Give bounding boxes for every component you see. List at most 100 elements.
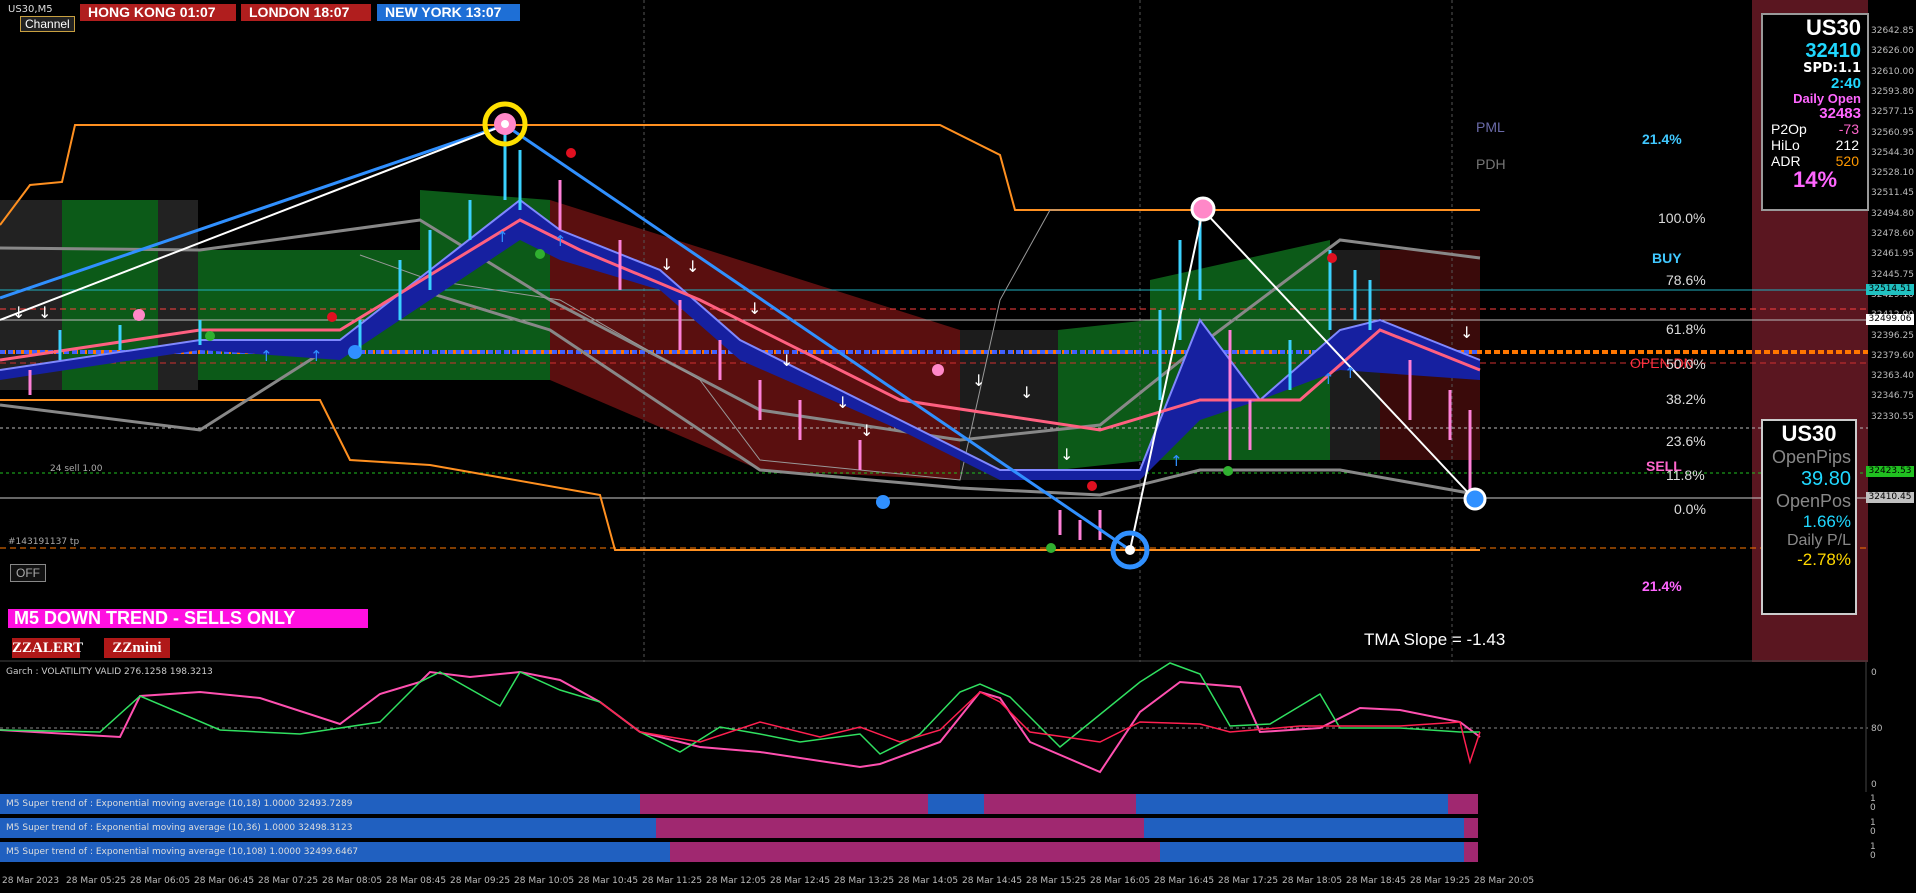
position-panel: US30 OpenPips 39.80 OpenPos 1.66% Daily … [1761, 419, 1857, 615]
price-axis-label: 32626.00 [1871, 46, 1914, 57]
chart-symbol: US30,M5 [8, 4, 53, 15]
info-row-value: 520 [1835, 153, 1859, 169]
price-axis-label: 32461.95 [1871, 249, 1914, 260]
open-pips-label: OpenPips [1771, 447, 1851, 467]
supertrend-segment [1464, 818, 1478, 838]
info-row: P2Op -73 [1763, 121, 1867, 137]
time-axis-label: 28 Mar 10:45 [578, 876, 639, 886]
garch-label: Garch : VOLATILITY VALID 276.1258 198.32… [6, 667, 213, 677]
supertrend-axis-bottom: 0 [1870, 827, 1876, 837]
svg-text:↓: ↓ [12, 303, 25, 322]
pdh-label: PDH [1476, 156, 1506, 172]
supertrend-axis-bottom: 0 [1870, 851, 1876, 861]
svg-text:↑: ↑ [1322, 370, 1335, 388]
daily-open-label: Daily Open [1793, 91, 1861, 106]
fib-level-label: 38.2% [1666, 391, 1706, 407]
price-axis-label: 32610.00 [1871, 66, 1914, 77]
time-axis-label: 28 Mar 08:45 [386, 876, 447, 886]
price-tag: 32423.53 [1866, 466, 1914, 477]
pct-top-label: 21.4% [1642, 131, 1682, 147]
svg-text:↑: ↑ [554, 232, 567, 250]
pct-bottom-label: 21.4% [1642, 578, 1682, 594]
open-pos-label: OpenPos [1775, 491, 1851, 511]
svg-text:↓: ↓ [38, 303, 51, 322]
pos-symbol: US30 [1781, 421, 1837, 446]
fib-level-label: 50.0% [1666, 356, 1706, 372]
garch-axis-label: 0 [1871, 668, 1877, 678]
info-row-value: -73 [1838, 121, 1859, 137]
time-axis-label: 28 Mar 20:05 [1474, 876, 1535, 886]
info-row-label: P2Op [1771, 121, 1807, 137]
fib-level-label: 23.6% [1666, 433, 1706, 449]
price-axis-label: 32528.10 [1871, 168, 1914, 179]
price-axis-label: 32494.80 [1871, 208, 1914, 219]
trade-label: 24 sell 1.00 [50, 464, 103, 474]
time-axis-label: 28 Mar 06:05 [130, 876, 191, 886]
svg-text:↓: ↓ [686, 257, 699, 276]
svg-text:↑: ↑ [310, 347, 323, 365]
supertrend-segment [984, 794, 1136, 814]
price-axis-label: 32511.45 [1871, 188, 1914, 199]
zzalert-button[interactable]: ZZALERT [12, 638, 83, 658]
fib-level-label: 61.8% [1666, 321, 1706, 337]
info-price: 32410 [1805, 40, 1861, 62]
supertrend-label: M5 Super trend of : Exponential moving a… [6, 823, 353, 833]
svg-text:↓: ↓ [860, 421, 873, 440]
supertrend-row: M5 Super trend of : Exponential moving a… [0, 842, 1478, 862]
supertrend-row: M5 Super trend of : Exponential moving a… [0, 794, 1478, 814]
pml-label: PML [1476, 119, 1505, 135]
supertrend-segment [670, 842, 1160, 862]
supertrend-segment [928, 794, 984, 814]
fib-level-label: 0.0% [1674, 501, 1706, 517]
open-pips-value: 39.80 [1800, 468, 1851, 490]
price-axis-label: 32593.80 [1871, 86, 1914, 97]
garch-indicator-pane[interactable]: Garch : VOLATILITY VALID 276.1258 198.32… [0, 662, 1868, 792]
channel-button[interactable]: Channel [20, 16, 75, 32]
supertrend-segment [1136, 794, 1448, 814]
info-timer: 2:40 [1830, 75, 1861, 92]
main-price-chart[interactable]: ↓ ↓ ↓ ↓ ↓ ↓ ↓ ↓ ↓ ↓ ↓ ↓ ↑ ↑ ↑ ↑ ↑ ↑ ↑ [0, 0, 1868, 662]
price-axis-label: 32478.60 [1871, 229, 1914, 239]
off-button[interactable]: OFF [10, 564, 46, 582]
supertrend-axis-bottom: 0 [1870, 803, 1876, 813]
price-axis-label: 32445.75 [1871, 269, 1914, 280]
time-axis-label: 28 Mar 10:05 [514, 876, 575, 886]
svg-text:↓: ↓ [972, 371, 985, 390]
time-axis-label: 28 Mar 12:05 [706, 876, 767, 886]
price-axis-label: 32379.60 [1871, 350, 1914, 361]
svg-text:↓: ↓ [836, 393, 849, 412]
supertrend-segment [1448, 794, 1478, 814]
supertrend-label: M5 Super trend of : Exponential moving a… [6, 799, 353, 809]
price-axis-label: 32346.75 [1871, 391, 1914, 402]
price-tag: 32499.06 [1866, 314, 1914, 325]
daily-pl-label: Daily P/L [1786, 532, 1851, 549]
daily-open-value: 32483 [1819, 105, 1861, 122]
info-symbol: US30 [1805, 15, 1861, 40]
price-axis-label: 32544.30 [1871, 147, 1914, 158]
session-clock: NEW YORK 13:07 [377, 4, 520, 21]
price-axis-label: 32330.55 [1871, 411, 1914, 422]
time-axis-label: 28 Mar 19:25 [1410, 876, 1471, 886]
time-axis-label: 28 Mar 14:05 [898, 876, 959, 886]
trend-banner: M5 DOWN TREND - SELLS ONLY [8, 609, 368, 628]
session-clock: HONG KONG 01:07 [80, 4, 236, 21]
supertrend-segment [1464, 842, 1478, 862]
price-tag: 32410.45 [1866, 492, 1914, 503]
svg-text:↓: ↓ [780, 351, 793, 370]
price-axis-label: 32642.85 [1871, 26, 1914, 36]
price-axis-label: 32396.25 [1871, 330, 1914, 341]
svg-text:↓: ↓ [660, 255, 673, 274]
price-axis-label: 32363.40 [1871, 371, 1914, 382]
open-pos-value: 1.66% [1802, 512, 1851, 531]
supertrend-label: M5 Super trend of : Exponential moving a… [6, 847, 359, 857]
time-axis-label: 28 Mar 18:05 [1282, 876, 1343, 886]
adr-percent: 14% [1792, 167, 1838, 192]
session-clock: LONDON 18:07 [241, 4, 371, 21]
time-axis-label: 28 Mar 07:25 [258, 876, 319, 886]
svg-text:↑: ↑ [1344, 364, 1357, 382]
supertrend-segment [1144, 818, 1464, 838]
info-row-label: HiLo [1771, 137, 1800, 153]
svg-text:↑: ↑ [260, 347, 273, 365]
time-axis-label: 28 Mar 16:45 [1154, 876, 1215, 886]
zzmini-button[interactable]: ZZmini [104, 638, 170, 658]
